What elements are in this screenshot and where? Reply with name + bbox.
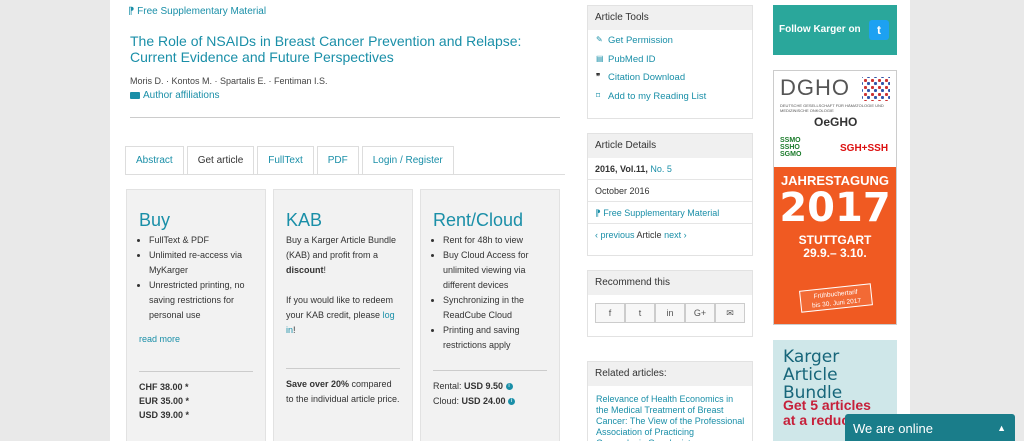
pubmed-icon: ▤ xyxy=(596,53,604,63)
article-authors: Moris D. · Kontos M. · Spartalis E. · Fe… xyxy=(130,76,328,86)
twitter-follow-banner[interactable]: Follow Karger on t xyxy=(773,5,897,55)
dgho-ad-banner[interactable]: DGHO DEUTSCHE GESELLSCHAFT FÜR HÄMATOLOG… xyxy=(773,70,897,325)
dots-logo-icon xyxy=(862,77,890,101)
list-item: Unlimited re-access via MyKarger xyxy=(149,248,253,278)
author-affiliations-link[interactable]: Author affiliations xyxy=(130,90,220,101)
paperclip-icon: ⁋ xyxy=(595,208,604,218)
quote-icon: ❞ xyxy=(596,72,601,82)
issue-link[interactable]: No. 5 xyxy=(650,164,672,174)
paperclip-icon: ⁋ xyxy=(128,6,138,17)
price-eur: EUR 35.00 * xyxy=(139,396,190,406)
permission-icon: ✎ xyxy=(596,35,603,45)
volume-info: 2016, Vol.11, No. 5 xyxy=(588,158,752,180)
email-icon[interactable]: ✉ xyxy=(715,303,745,323)
list-item: FullText & PDF xyxy=(149,233,253,248)
dgho-event-info: JAHRESTAGUNG 2017 STUTTGART 29.9.– 3.10. … xyxy=(774,167,896,324)
get-permission-link[interactable]: ✎ Get Permission xyxy=(588,32,752,51)
panel-title: Article Details xyxy=(588,134,752,158)
list-item: Unrestricted printing, no saving restric… xyxy=(149,278,253,323)
article-pager: ‹ previous Article next › xyxy=(595,230,687,240)
divider xyxy=(286,368,400,369)
panel-title: Article Tools xyxy=(588,6,752,30)
tab-get-article[interactable]: Get article xyxy=(186,146,255,175)
chevron-up-icon: ▲ xyxy=(997,423,1006,433)
page-content: ⁋ Free Supplementary Material The Role o… xyxy=(110,0,910,441)
bookmark-icon: ⌑ xyxy=(596,90,601,100)
list-item: Synchronizing in the ReadCube Cloud xyxy=(443,293,547,323)
googleplus-icon[interactable]: G+ xyxy=(685,303,715,323)
tab-pdf[interactable]: PDF xyxy=(316,146,359,175)
divider xyxy=(130,117,560,118)
supplementary-material-link[interactable]: ⁋ Free Supplementary Material xyxy=(128,6,266,17)
rent-features: Rent for 48h to view Buy Cloud Access fo… xyxy=(433,233,547,353)
twitter-icon: t xyxy=(869,20,889,40)
cloud-price: Cloud: USD 24.00 i xyxy=(433,394,547,409)
price-usd: USD 39.00 * xyxy=(139,410,190,420)
list-item: Buy Cloud Access for unlimited viewing v… xyxy=(443,248,547,293)
panel-title: Related articles: xyxy=(588,362,752,386)
buy-box: Buy FullText & PDF Unlimited re-access v… xyxy=(126,189,266,441)
kab-box: KAB Buy a Karger Article Bundle (KAB) an… xyxy=(273,189,413,441)
rental-price: Rental: USD 9.50 i xyxy=(433,379,547,394)
kab-title: KAB xyxy=(286,210,323,230)
previous-article-link[interactable]: ‹ previous xyxy=(595,230,635,240)
article-tools-panel: Article Tools ✎ Get Permission ▤ PubMed ID… xyxy=(587,5,753,119)
tab-login-register[interactable]: Login / Register xyxy=(361,146,454,175)
citation-download-link[interactable]: ❞ Citation Download xyxy=(588,69,752,88)
live-chat-widget[interactable]: We are online ▲ xyxy=(845,414,1015,441)
divider xyxy=(139,371,253,372)
panel-title: Recommend this xyxy=(588,271,752,295)
article-tabs: Abstract Get article FullText PDF Login … xyxy=(125,146,454,175)
info-icon[interactable]: i xyxy=(508,398,516,406)
price-chf: CHF 38.00 * xyxy=(139,382,189,392)
share-buttons: f t in G+ ✉ xyxy=(595,303,752,323)
facebook-icon[interactable]: f xyxy=(595,303,625,323)
info-icon[interactable]: i xyxy=(505,383,513,391)
tab-underline xyxy=(125,174,565,175)
recommend-panel: Recommend this f t in G+ ✉ xyxy=(587,270,753,337)
linkedin-icon[interactable]: in xyxy=(655,303,685,323)
divider xyxy=(433,370,547,371)
supplementary-material-link[interactable]: ⁋ Free Supplementary Material xyxy=(588,202,752,224)
article-title[interactable]: The Role of NSAIDs in Breast Cancer Prev… xyxy=(130,33,560,65)
tab-fulltext[interactable]: FullText xyxy=(257,146,314,175)
buy-title: Buy xyxy=(139,210,171,230)
list-item: Printing and saving restrictions apply xyxy=(443,323,547,353)
list-item: Rent for 48h to view xyxy=(443,233,547,248)
dgho-logo: DGHO xyxy=(780,75,850,100)
publication-date: October 2016 xyxy=(588,180,752,202)
rent-title: Rent/Cloud xyxy=(433,210,524,230)
kab-savings: Save over 20% compared to the individual… xyxy=(286,379,400,404)
kab-description: Buy a Karger Article Bundle (KAB) and pr… xyxy=(286,235,397,275)
add-reading-list-link[interactable]: ⌑ Add to my Reading List xyxy=(588,88,752,107)
rent-cloud-box: Rent/Cloud Rent for 48h to view Buy Clou… xyxy=(420,189,560,441)
article-details-panel: Article Details 2016, Vol.11, No. 5 Octo… xyxy=(587,133,753,256)
tab-abstract[interactable]: Abstract xyxy=(125,146,184,175)
related-articles-panel: Related articles: Relevance of Health Ec… xyxy=(587,361,753,441)
kab-redeem-text: If you would like to redeem your KAB cre… xyxy=(286,295,395,335)
pubmed-id-link[interactable]: ▤ PubMed ID xyxy=(588,51,752,70)
related-article-link[interactable]: Relevance of Health Economics in the Med… xyxy=(588,386,752,441)
chevron-right-icon: › xyxy=(681,230,687,240)
read-more-link[interactable]: read more xyxy=(139,334,180,344)
dgho-logo-area: DGHO DEUTSCHE GESELLSCHAFT FÜR HÄMATOLOG… xyxy=(774,71,896,167)
next-article-link[interactable]: next › xyxy=(664,230,687,240)
early-bird-badge: Frühbuchertarif bis 30. Juni 2017 xyxy=(799,283,873,313)
twitter-icon[interactable]: t xyxy=(625,303,655,323)
affiliation-icon xyxy=(130,91,140,99)
buy-features: FullText & PDF Unlimited re-access via M… xyxy=(139,233,253,323)
